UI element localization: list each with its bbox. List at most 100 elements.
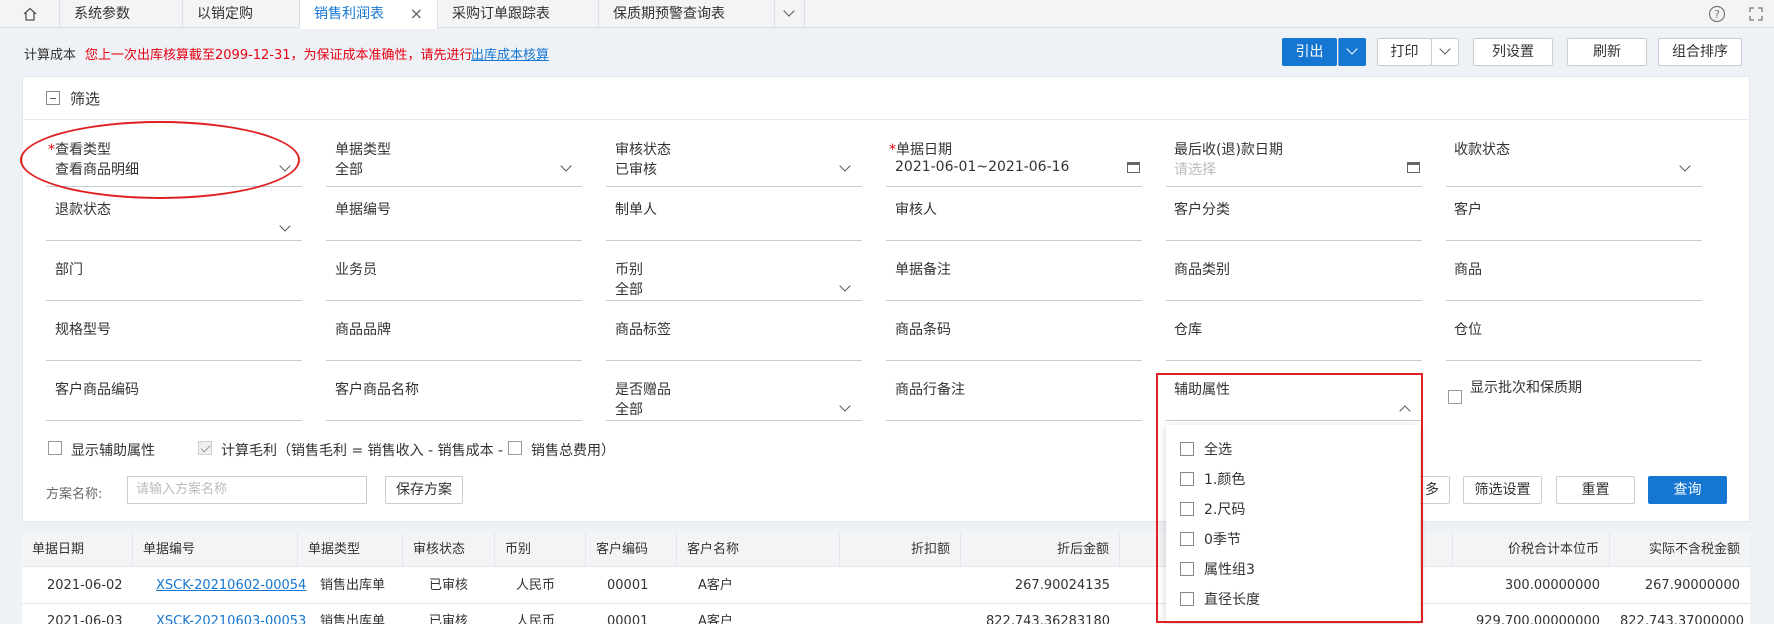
cell-cust-code: 00001 [607, 614, 649, 624]
col-currency[interactable]: 币别 [495, 533, 586, 567]
chevron-down-icon [783, 5, 795, 17]
cust-category-input[interactable] [1166, 240, 1422, 241]
goods-category-input[interactable] [1166, 300, 1422, 301]
col-audit-status[interactable]: 审核状态 [403, 533, 495, 567]
cell-cust-name: A客户 [698, 578, 733, 593]
print-dropdown-button[interactable] [1431, 38, 1459, 66]
tab-sales-profit[interactable]: 销售利润表 × [300, 0, 438, 29]
sort-button[interactable]: 组合排序 [1658, 38, 1742, 66]
export-dropdown-button[interactable] [1338, 38, 1366, 66]
tab-system-params[interactable]: 系统参数 [60, 0, 183, 28]
save-scheme-button[interactable]: 保存方案 [385, 476, 463, 504]
col-doc-no[interactable]: 单据编号 [133, 533, 298, 567]
sales-expense-checkbox[interactable] [508, 441, 522, 455]
auditor-label: 审核人 [895, 202, 937, 218]
scheme-name-input[interactable]: 请输入方案名称 [127, 476, 367, 504]
doc-remark-input[interactable] [886, 300, 1142, 301]
column-settings-button[interactable]: 列设置 [1473, 38, 1553, 66]
cust-category-label: 客户分类 [1174, 202, 1230, 218]
col-doc-type[interactable]: 单据类型 [298, 533, 403, 567]
collapse-icon[interactable] [46, 91, 60, 105]
reset-button[interactable]: 重置 [1556, 476, 1635, 504]
cell-doc-type: 销售出库单 [320, 614, 386, 624]
show-aux-checkbox[interactable] [48, 441, 62, 455]
line-remark-input[interactable] [886, 420, 1142, 421]
calendar-icon[interactable] [1407, 162, 1420, 173]
cell-tax-total: 300.00000000 [1504, 578, 1600, 593]
receive-status-select[interactable] [1454, 159, 1694, 177]
salesman-label: 业务员 [335, 262, 377, 278]
cell-actual-amount: 267.90000000 [1644, 578, 1740, 593]
cust-goods-name-input[interactable] [326, 420, 582, 421]
creator-input[interactable] [606, 240, 862, 241]
currency-label: 币别 [615, 262, 643, 278]
col-actual-amount[interactable]: 实际不含税金额 [1610, 533, 1750, 567]
cell-actual-amount: 822,743.37000000 [1620, 614, 1745, 624]
help-icon[interactable]: ? [1708, 5, 1726, 23]
last-pay-date-picker[interactable]: 请选择 [1174, 159, 1216, 179]
annotation-box [1156, 373, 1423, 623]
tab-label: 销售利润表 [314, 6, 384, 22]
tab-label: 系统参数 [74, 6, 130, 22]
col-cust-code[interactable]: 客户编码 [586, 533, 677, 567]
calc-margin-checkbox[interactable] [198, 441, 212, 455]
tab-expiry-warning[interactable]: 保质期预警查询表 [599, 0, 775, 28]
goods-tag-input[interactable] [606, 360, 862, 361]
fullscreen-icon[interactable] [1748, 6, 1764, 22]
spec-input[interactable] [46, 360, 302, 361]
location-input[interactable] [1446, 360, 1702, 361]
dept-label: 部门 [55, 262, 83, 278]
query-button[interactable]: 查询 [1648, 476, 1727, 504]
print-button[interactable]: 打印 [1377, 38, 1432, 66]
barcode-input[interactable] [886, 360, 1142, 361]
field-underline [886, 186, 1142, 187]
auditor-input[interactable] [886, 240, 1142, 241]
show-batch-checkbox[interactable] [1448, 390, 1462, 404]
col-tax-total[interactable]: 价税合计本位币 [1453, 533, 1610, 567]
cell-date: 2021-06-03 [47, 614, 123, 624]
doc-no-input[interactable] [326, 240, 582, 241]
col-cust-name[interactable]: 客户名称 [677, 533, 840, 567]
doc-date-picker[interactable]: 2021-06-01~2021-06-16 [895, 159, 1069, 175]
creator-label: 制单人 [615, 202, 657, 218]
col-doc-date[interactable]: 单据日期 [22, 533, 133, 567]
warehouse-input[interactable] [1166, 360, 1422, 361]
customer-input[interactable] [1446, 240, 1702, 241]
customer-label: 客户 [1454, 202, 1482, 218]
home-icon [23, 7, 36, 21]
brand-input[interactable] [326, 360, 582, 361]
field-underline [46, 240, 302, 241]
home-button[interactable] [0, 0, 60, 28]
salesman-input[interactable] [326, 300, 582, 301]
col-net-amount[interactable]: 折后金额 [961, 533, 1120, 567]
dept-input[interactable] [46, 300, 302, 301]
filter-title: 筛选 [70, 90, 101, 108]
refresh-button[interactable]: 刷新 [1567, 38, 1647, 66]
goods-tag-label: 商品标签 [615, 322, 671, 338]
calendar-icon[interactable] [1127, 162, 1140, 173]
audit-status-select[interactable]: 已审核 [615, 159, 657, 179]
is-gift-select[interactable]: 全部 [615, 399, 643, 419]
cell-doc-no-link[interactable]: XSCK-20210602-00054 [146, 569, 316, 603]
doc-type-select[interactable]: 全部 [335, 159, 363, 179]
cust-goods-code-input[interactable] [46, 420, 302, 421]
tab-label: 以销定购 [197, 6, 253, 22]
outbound-cost-link[interactable]: 出库成本核算 [471, 44, 549, 63]
col-discount[interactable]: 折扣额 [840, 533, 961, 567]
tab-po-tracking[interactable]: 采购订单跟踪表 [438, 0, 599, 28]
sales-expense-label: 销售总费用） [531, 443, 615, 459]
row-divider [22, 603, 1750, 604]
chevron-down-icon [1439, 43, 1451, 55]
cell-doc-no-link[interactable]: XSCK-20210603-00053 [146, 605, 316, 624]
cell-cust-code: 00001 [607, 578, 649, 593]
export-button[interactable]: 引出 [1282, 38, 1337, 66]
goods-input[interactable] [1446, 300, 1702, 301]
currency-select[interactable]: 全部 [615, 279, 643, 299]
cell-audit-status: 已审核 [429, 578, 469, 593]
filter-settings-button[interactable]: 筛选设置 [1463, 476, 1542, 504]
close-icon[interactable]: × [410, 0, 423, 28]
last-pay-date-label: 最后收(退)款日期 [1174, 142, 1283, 158]
barcode-label: 商品条码 [895, 322, 951, 338]
tab-sales-purchase[interactable]: 以销定购 [183, 0, 300, 28]
tabs-more-button[interactable] [775, 0, 805, 28]
